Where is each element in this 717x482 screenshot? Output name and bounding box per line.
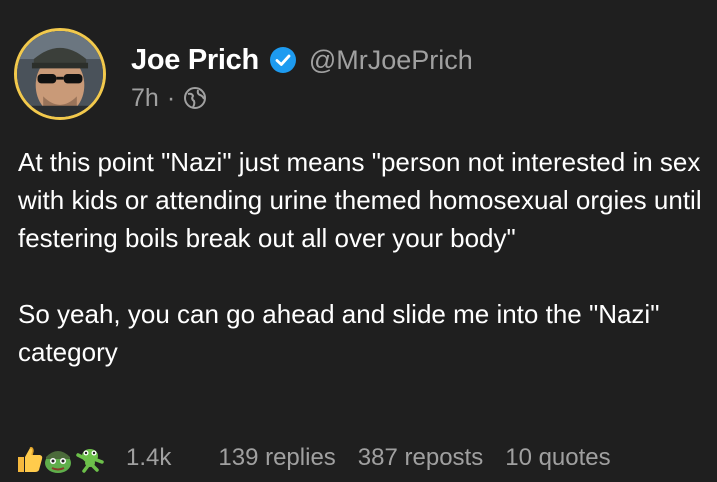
reaction-icons[interactable]: [14, 441, 122, 475]
replies-count[interactable]: 139 replies: [218, 444, 335, 472]
post-text: At this point "Nazi" just means "person …: [18, 143, 708, 371]
author-display-name[interactable]: Joe Prich: [131, 44, 259, 77]
author-row: Joe Prich @MrJoePrich: [131, 40, 473, 80]
post-timestamp[interactable]: 7h: [131, 84, 159, 113]
post-card: Joe Prich @MrJoePrich 7h · At this point…: [0, 0, 717, 482]
frog-dancing-icon: [74, 443, 106, 475]
engagement-stats: 1.4k 139 replies 387 reposts 10 quotes: [14, 440, 611, 476]
quotes-count[interactable]: 10 quotes: [505, 444, 610, 472]
verified-badge-icon: [269, 46, 297, 74]
likes-count[interactable]: 1.4k: [126, 444, 171, 472]
reposts-count[interactable]: 387 reposts: [358, 444, 483, 472]
meta-separator: ·: [166, 83, 176, 112]
avatar[interactable]: [14, 28, 106, 120]
post-meta: 7h ·: [131, 82, 207, 114]
frog-soldier-icon: [42, 443, 74, 475]
globe-icon: [183, 86, 207, 110]
avatar-photo: [17, 31, 103, 117]
post-paragraph: So yeah, you can go ahead and slide me i…: [18, 299, 660, 367]
author-handle[interactable]: @MrJoePrich: [309, 45, 473, 76]
post-paragraph: At this point "Nazi" just means "person …: [18, 147, 702, 253]
